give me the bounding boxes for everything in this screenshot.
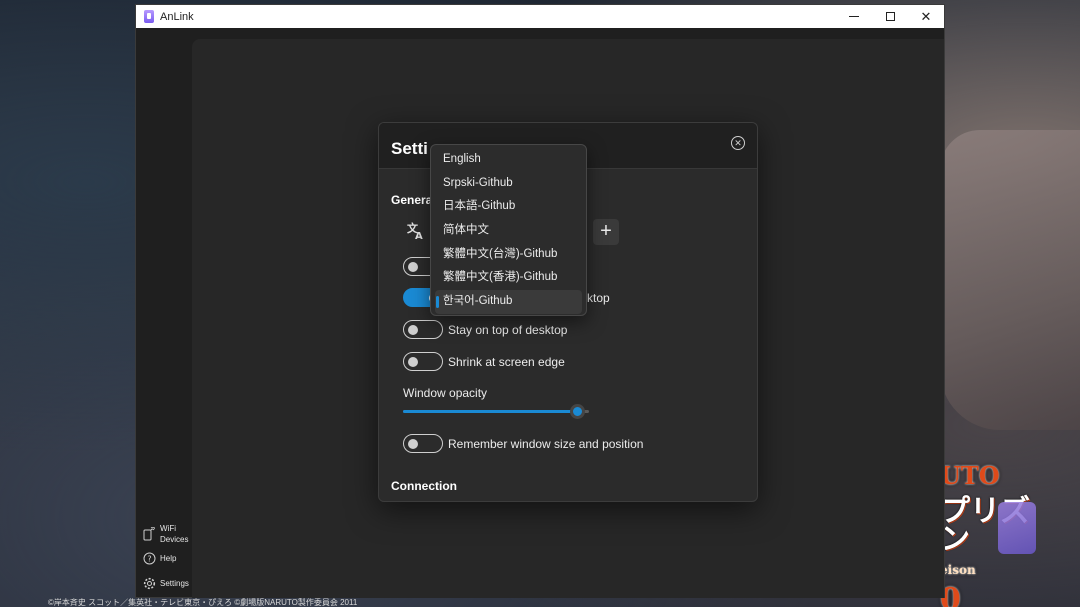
language-option[interactable]: English — [435, 148, 582, 172]
svg-text:?: ? — [147, 554, 151, 563]
settings-title: Setti — [391, 139, 428, 158]
close-icon: ✕ — [920, 9, 932, 24]
add-language-button[interactable]: + — [593, 219, 619, 245]
window-controls: ✕ — [836, 5, 944, 28]
translate-icon: 文A — [407, 221, 427, 242]
language-option[interactable]: 日本語-Github — [435, 195, 582, 219]
shrink-edge-label: Shrink at screen edge — [448, 354, 565, 369]
setting-row-shrink-edge: Shrink at screen edge — [403, 352, 565, 371]
app-logo-icon — [144, 10, 154, 23]
window-opacity-label: Window opacity — [403, 386, 488, 400]
help-icon: ? — [142, 551, 156, 565]
language-option[interactable]: 繁體中文(台灣)-Github — [435, 243, 582, 267]
maximize-button[interactable] — [872, 5, 908, 28]
language-option[interactable]: Srpski-Github — [435, 172, 582, 196]
wifi-devices-icon — [142, 527, 156, 541]
wallpaper-logo-line1: UTO — [940, 461, 1000, 490]
sidebar-item-wifi-devices[interactable]: WiFi Devices — [142, 523, 188, 545]
sidebar-item-label: Settings — [160, 578, 189, 588]
wallpaper-credit: ©岸本斉史 スコット／集英社・テレビ東京・ぴえろ ©劇場版NARUTO製作委員会… — [48, 598, 358, 607]
language-option[interactable]: 한국어-Github — [435, 290, 582, 314]
sidebar-item-help[interactable]: ? Help — [142, 551, 176, 565]
gear-icon — [142, 576, 156, 590]
language-option[interactable]: 繁體中文(香港)-Github — [435, 266, 582, 290]
sidebar-item-label: WiFi Devices — [160, 523, 188, 545]
minimize-button[interactable] — [836, 5, 872, 28]
section-general-heading: Genera — [391, 193, 433, 207]
remember-window-toggle[interactable] — [403, 434, 443, 453]
setting-row-stay-on-top: Stay on top of desktop — [403, 320, 567, 339]
svg-text:A: A — [415, 231, 423, 241]
language-dropdown: English Srpski-Github 日本語-Github 简体中文 繁體… — [430, 144, 587, 316]
wallpaper-rock — [940, 130, 1080, 430]
maximize-icon — [885, 12, 895, 21]
wallpaper-logo-line4: 0 — [940, 582, 961, 607]
stay-on-top-label: Stay on top of desktop — [448, 322, 568, 337]
language-option[interactable]: 简体中文 — [435, 219, 582, 243]
slider-thumb[interactable] — [569, 404, 585, 419]
setting-row-remember-window: Remember window size and position — [403, 434, 643, 453]
close-button[interactable]: ✕ — [908, 5, 944, 28]
section-connection-heading: Connection — [391, 479, 457, 493]
shrink-edge-toggle[interactable] — [403, 352, 443, 371]
minimize-icon — [849, 16, 859, 17]
sidebar-item-settings[interactable]: Settings — [142, 576, 189, 590]
wallpaper-badge — [998, 502, 1036, 554]
wifi-label-line2: Devices — [160, 535, 189, 544]
window-title: AnLink — [160, 10, 194, 23]
wallpaper-logo-line3: eison — [940, 563, 976, 577]
wifi-label-line1: WiFi — [160, 524, 176, 533]
stay-on-top-toggle[interactable] — [403, 320, 443, 339]
close-circle-icon[interactable]: ✕ — [731, 136, 745, 150]
slider-fill — [403, 410, 578, 413]
title-bar[interactable]: AnLink ✕ — [136, 5, 944, 28]
remember-window-label: Remember window size and position — [448, 436, 644, 451]
window-opacity-slider[interactable] — [403, 403, 589, 419]
toggle2-label: ktop — [587, 291, 610, 305]
sidebar-item-label: Help — [160, 553, 177, 563]
